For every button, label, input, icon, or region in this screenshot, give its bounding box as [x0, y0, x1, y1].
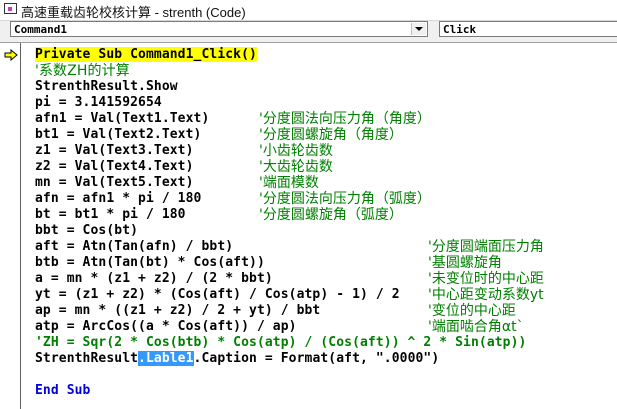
code-text: atp = ArcCos((a * Cos(aft)) / ap)	[35, 319, 297, 334]
code-comment: '端面模数	[259, 175, 319, 191]
code-comment: '系数ZH的计算	[35, 63, 130, 79]
current-statement-arrow-icon	[4, 49, 18, 61]
code-text: aft = Atn(Tan(afn) / bbt)	[35, 239, 234, 254]
code-line[interactable]: ap = mn * ((z1 + z2) / 2 + yt) / bbt	[35, 303, 320, 319]
object-combo-value: Command1	[14, 23, 67, 36]
procedure-combo-value: Click	[443, 23, 477, 36]
code-line[interactable]: z1 = Val(Text3.Text)	[35, 143, 194, 159]
code-text: StrenthResult.Show	[35, 79, 178, 94]
code-text: afn = afn1 * pi / 180	[35, 191, 202, 206]
code-line[interactable]: bbt = Cos(bt)	[35, 223, 138, 239]
code-comment: '中心距变动系数yt	[428, 287, 544, 303]
code-comment: '大齿轮齿数	[259, 159, 333, 175]
code-text: z2 = Val(Text4.Text)	[35, 159, 194, 174]
code-line[interactable]: bt = bt1 * pi / 180	[35, 207, 186, 223]
code-line[interactable]: btb = Atn(Tan(bt) * Cos(aft))	[35, 255, 265, 271]
code-comment: '分度圆端面压力角	[428, 239, 544, 255]
code-line[interactable]: 'ZH = Sqr(2 * Cos(btb) * Cos(atp) / (Cos…	[35, 335, 526, 351]
code-line[interactable]: mn = Val(Text5.Text)	[35, 175, 194, 191]
code-comment: '分度圆螺旋角（角度）	[259, 127, 403, 143]
code-text: StrenthResult	[35, 351, 139, 366]
code-line[interactable]: pi = 3.141592654	[35, 95, 162, 111]
code-line[interactable]: Private Sub Command1_Click()	[35, 47, 257, 63]
code-text: yt = (z1 + z2) * (Cos(aft) / Cos(atp) - …	[35, 287, 400, 302]
code-text: btb = Atn(Tan(bt) * Cos(aft))	[35, 255, 265, 270]
chevron-down-icon[interactable]	[411, 23, 426, 35]
code-comment: '变位的中心距	[428, 303, 516, 319]
code-comment: '分度圆螺旋角（弧度）	[259, 207, 403, 223]
code-line[interactable]: yt = (z1 + z2) * (Cos(aft) / Cos(atp) - …	[35, 287, 400, 303]
code-comment: '小齿轮齿数	[259, 143, 333, 159]
code-comment: '分度圆法向压力角（弧度）	[259, 191, 431, 207]
current-statement-text: Private Sub Command1_Click()	[35, 47, 257, 62]
code-text: bt1 = Val(Text2.Text)	[35, 127, 202, 142]
code-line[interactable]: afn1 = Val(Text1.Text)	[35, 111, 209, 127]
code-line[interactable]: '系数ZH的计算	[35, 63, 130, 79]
margin-indicator-bar	[0, 43, 21, 409]
object-combo[interactable]: Command1	[10, 21, 428, 37]
code-line[interactable]: a = mn * (z1 + z2) / (2 * bbt)	[35, 271, 273, 287]
code-comment: 'ZH = Sqr(2 * Cos(btb) * Cos(atp) / (Cos…	[35, 335, 527, 350]
procedure-combo[interactable]: Click	[439, 21, 617, 37]
code-line[interactable]: bt1 = Val(Text2.Text)	[35, 127, 201, 143]
code-line[interactable]: StrenthResult.Lable1.Caption = Format(af…	[35, 351, 439, 367]
keyword-text: End Sub	[35, 383, 91, 398]
code-text: ap = mn * ((z1 + z2) / 2 + yt) / bbt	[35, 303, 321, 318]
code-editor[interactable]: Private Sub Command1_Click() '系数ZH的计算 Stre…	[0, 42, 617, 409]
code-text: a = mn * (z1 + z2) / (2 * bbt)	[35, 271, 273, 286]
code-line[interactable]: z2 = Val(Text4.Text)	[35, 159, 194, 175]
code-text: bt = bt1 * pi / 180	[35, 207, 186, 222]
code-text: pi = 3.141592654	[35, 95, 162, 110]
code-line[interactable]: aft = Atn(Tan(afn) / bbt)	[35, 239, 233, 255]
window-title: 高速重载齿轮校核计算 - strenth (Code)	[21, 5, 246, 20]
code-text: bbt = Cos(bt)	[35, 223, 139, 238]
code-text: .Caption = Format(aft, ".0000")	[193, 351, 440, 366]
selected-text[interactable]: .Lable1	[138, 351, 194, 366]
code-text: z1 = Val(Text3.Text)	[35, 143, 194, 158]
code-comment: '未变位时的中心距	[428, 271, 544, 287]
code-text: mn = Val(Text5.Text)	[35, 175, 194, 190]
code-line[interactable]: StrenthResult.Show	[35, 79, 178, 95]
code-comment: '分度圆法向压力角（角度）	[259, 111, 431, 127]
code-line[interactable]: End Sub	[35, 383, 91, 399]
code-line[interactable]: afn = afn1 * pi / 180	[35, 191, 201, 207]
code-comment: '端面啮合角αt`	[428, 319, 524, 335]
code-line[interactable]: atp = ArcCos((a * Cos(aft)) / ap)	[35, 319, 297, 335]
code-text: afn1 = Val(Text1.Text)	[35, 111, 210, 126]
code-window-icon	[4, 3, 17, 14]
title-bar: 高速重载齿轮校核计算 - strenth (Code)	[0, 0, 617, 21]
code-comment: '基圆螺旋角	[428, 255, 502, 271]
